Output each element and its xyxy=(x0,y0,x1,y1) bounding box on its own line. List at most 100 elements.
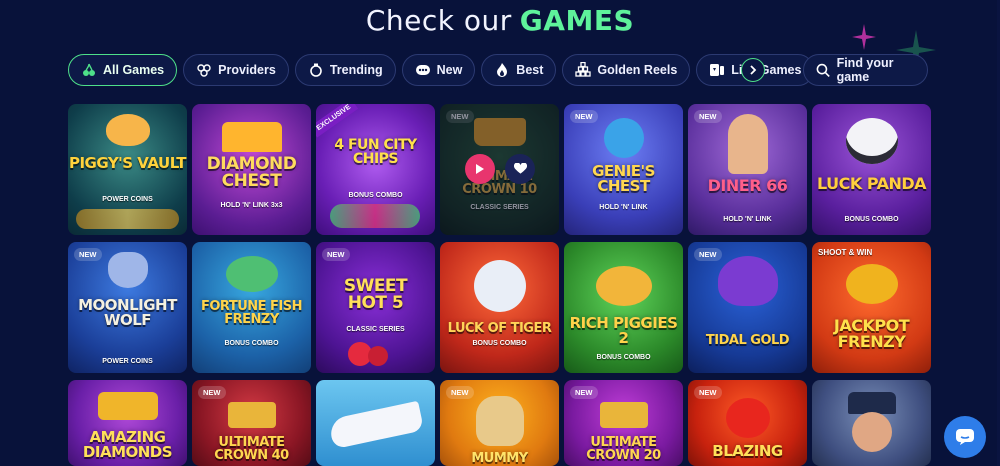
game-badge: NEW xyxy=(570,110,598,123)
chat-icon xyxy=(956,429,974,445)
chat-button[interactable] xyxy=(944,416,986,458)
game-tile-luck-of-tiger[interactable]: LUCK OF TIGER BONUS COMBO xyxy=(440,242,559,373)
game-tile-fortune-fish-frenzy[interactable]: FORTUNE FISH FRENZY BONUS COMBO xyxy=(192,242,311,373)
game-badge: NEW xyxy=(446,386,474,399)
conductor-face-art xyxy=(852,412,892,452)
game-title: GENIE'S CHEST xyxy=(592,162,655,195)
game-tile-rich-piggies-2[interactable]: RICH PIGGIES 2 BONUS COMBO xyxy=(564,242,683,373)
game-subtitle: BONUS COMBO xyxy=(348,192,403,199)
chips-art xyxy=(330,204,420,228)
game-title: ULTIMATE CROWN 40 xyxy=(214,435,289,463)
game-title: TIDAL GOLD xyxy=(705,333,790,348)
game-tile-tidal-gold[interactable]: NEW TIDAL GOLD xyxy=(688,242,807,373)
game-tile-diner-66[interactable]: NEW DINER 66 HOLD 'N' LINK xyxy=(688,104,807,235)
game-title: LUCK OF TIGER xyxy=(447,321,552,336)
game-tile-ultimate-crown-20[interactable]: NEW ULTIMATE CROWN 20 xyxy=(564,380,683,466)
game-title: MOONLIGHT WOLF xyxy=(78,296,177,329)
game-title: ULTIMATE CROWN 20 xyxy=(586,435,661,463)
game-tile-luck-panda[interactable]: LUCK PANDA BONUS COMBO xyxy=(812,104,931,235)
game-subtitle: BONUS COMBO xyxy=(472,340,527,347)
game-badge: NEW xyxy=(694,248,722,261)
genie-art xyxy=(604,118,644,158)
game-tile-fun-city-chips[interactable]: EXCLUSIVE 4 FUN CITY CHIPS BONUS COMBO xyxy=(316,104,435,235)
game-badge: NEW xyxy=(694,110,722,123)
new-icon xyxy=(415,62,431,78)
filter-new[interactable]: New xyxy=(401,54,476,86)
game-subtitle: POWER COINS xyxy=(102,196,153,203)
apple-art xyxy=(726,398,770,438)
filter-all-games[interactable]: All Games xyxy=(68,54,178,86)
game-tile-blazing[interactable]: NEW BLAZING xyxy=(688,380,807,466)
game-tile-jackpot-frenzy[interactable]: SHOOT & WIN JACKPOT FRENZY xyxy=(812,242,931,373)
yacht-art xyxy=(327,400,425,450)
filter-trending[interactable]: Trending xyxy=(294,54,396,86)
game-badge: NEW xyxy=(198,386,226,399)
filter-providers[interactable]: Providers xyxy=(183,54,289,86)
tiger-art xyxy=(474,260,526,312)
title-lead: Check our xyxy=(365,4,512,37)
heart-icon xyxy=(513,163,527,174)
filter-golden-reels[interactable]: Golden Reels xyxy=(562,54,691,86)
game-filter-bar: All Games Providers Trending New Best Go… xyxy=(68,54,841,86)
title-accent: GAMES xyxy=(519,4,635,37)
sparkle-icon xyxy=(852,24,876,50)
game-tile-sweet-hot-5[interactable]: NEW SWEET HOT 5 CLASSIC SERIES xyxy=(316,242,435,373)
find-game-button[interactable]: Find your game xyxy=(803,54,928,86)
play-icon xyxy=(476,164,484,174)
favorite-button[interactable] xyxy=(505,154,535,184)
filter-label: All Games xyxy=(103,63,165,77)
game-title: SWEET HOT 5 xyxy=(343,276,408,313)
waitress-art xyxy=(728,114,768,174)
game-title: MUMMY xyxy=(471,451,528,466)
coins-art xyxy=(76,209,179,229)
crown-art xyxy=(600,402,648,428)
game-badge: SHOOT & WIN xyxy=(818,248,873,257)
chest-art xyxy=(222,122,282,152)
filter-best[interactable]: Best xyxy=(481,54,557,86)
filter-label: Best xyxy=(516,63,544,77)
find-game-label: Find your game xyxy=(836,56,894,84)
game-tile-conductor[interactable] xyxy=(812,380,931,466)
game-title: RICH PIGGIES 2 xyxy=(569,314,678,347)
game-tile-ultimate-crown-40[interactable]: NEW ULTIMATE CROWN 40 xyxy=(192,380,311,466)
filter-label: Trending xyxy=(329,63,383,77)
hover-overlay xyxy=(440,104,559,235)
providers-icon xyxy=(196,62,212,78)
game-title: FORTUNE FISH FRENZY xyxy=(200,299,303,327)
game-subtitle: HOLD 'N' LINK xyxy=(723,216,772,223)
chest-art xyxy=(98,392,158,420)
octopus-art xyxy=(718,256,778,306)
wolf-art xyxy=(108,252,148,288)
game-badge: NEW xyxy=(322,248,350,261)
game-tile-amazing-diamonds[interactable]: AMAZING DIAMONDS xyxy=(68,380,187,466)
game-tile-mummy[interactable]: NEW MUMMY xyxy=(440,380,559,466)
game-title: PIGGY'S VAULT xyxy=(68,154,187,172)
frog-art xyxy=(846,264,898,304)
game-tile-moonlight-wolf[interactable]: NEW MOONLIGHT WOLF POWER COINS xyxy=(68,242,187,373)
game-title: 4 FUN CITY CHIPS xyxy=(334,137,417,167)
game-tile-ultimate-crown-10[interactable]: NEW ULTIMATE CROWN 10 CLASSIC SERIES xyxy=(440,104,559,235)
game-title: LUCK PANDA xyxy=(816,174,927,193)
panda-art xyxy=(846,118,898,164)
game-subtitle: BONUS COMBO xyxy=(596,354,651,361)
filter-label: Providers xyxy=(218,63,276,77)
game-badge: NEW xyxy=(570,386,598,399)
game-tile-piggys-vault[interactable]: PIGGY'S VAULT POWER COINS xyxy=(68,104,187,235)
game-badge: EXCLUSIVE xyxy=(316,104,358,138)
game-title: BLAZING xyxy=(712,442,783,460)
cherries-icon xyxy=(81,62,97,78)
game-tile-diamond-chest[interactable]: DIAMOND CHEST HOLD 'N' LINK 3x3 xyxy=(192,104,311,235)
game-title: AMAZING DIAMONDS xyxy=(82,428,173,461)
bars-icon xyxy=(575,62,592,78)
pig-art xyxy=(106,114,150,146)
game-title: DINER 66 xyxy=(707,176,788,195)
play-button[interactable] xyxy=(465,154,495,184)
game-subtitle: POWER COINS xyxy=(102,358,153,365)
cherries-art xyxy=(368,346,388,366)
conductor-art xyxy=(848,392,896,414)
game-tile-genies-chest[interactable]: NEW GENIE'S CHEST HOLD 'N' LINK xyxy=(564,104,683,235)
game-subtitle: HOLD 'N' LINK 3x3 xyxy=(220,202,283,209)
search-icon xyxy=(816,63,830,77)
game-tile-yacht[interactable] xyxy=(316,380,435,466)
filter-next-button[interactable] xyxy=(741,58,765,82)
